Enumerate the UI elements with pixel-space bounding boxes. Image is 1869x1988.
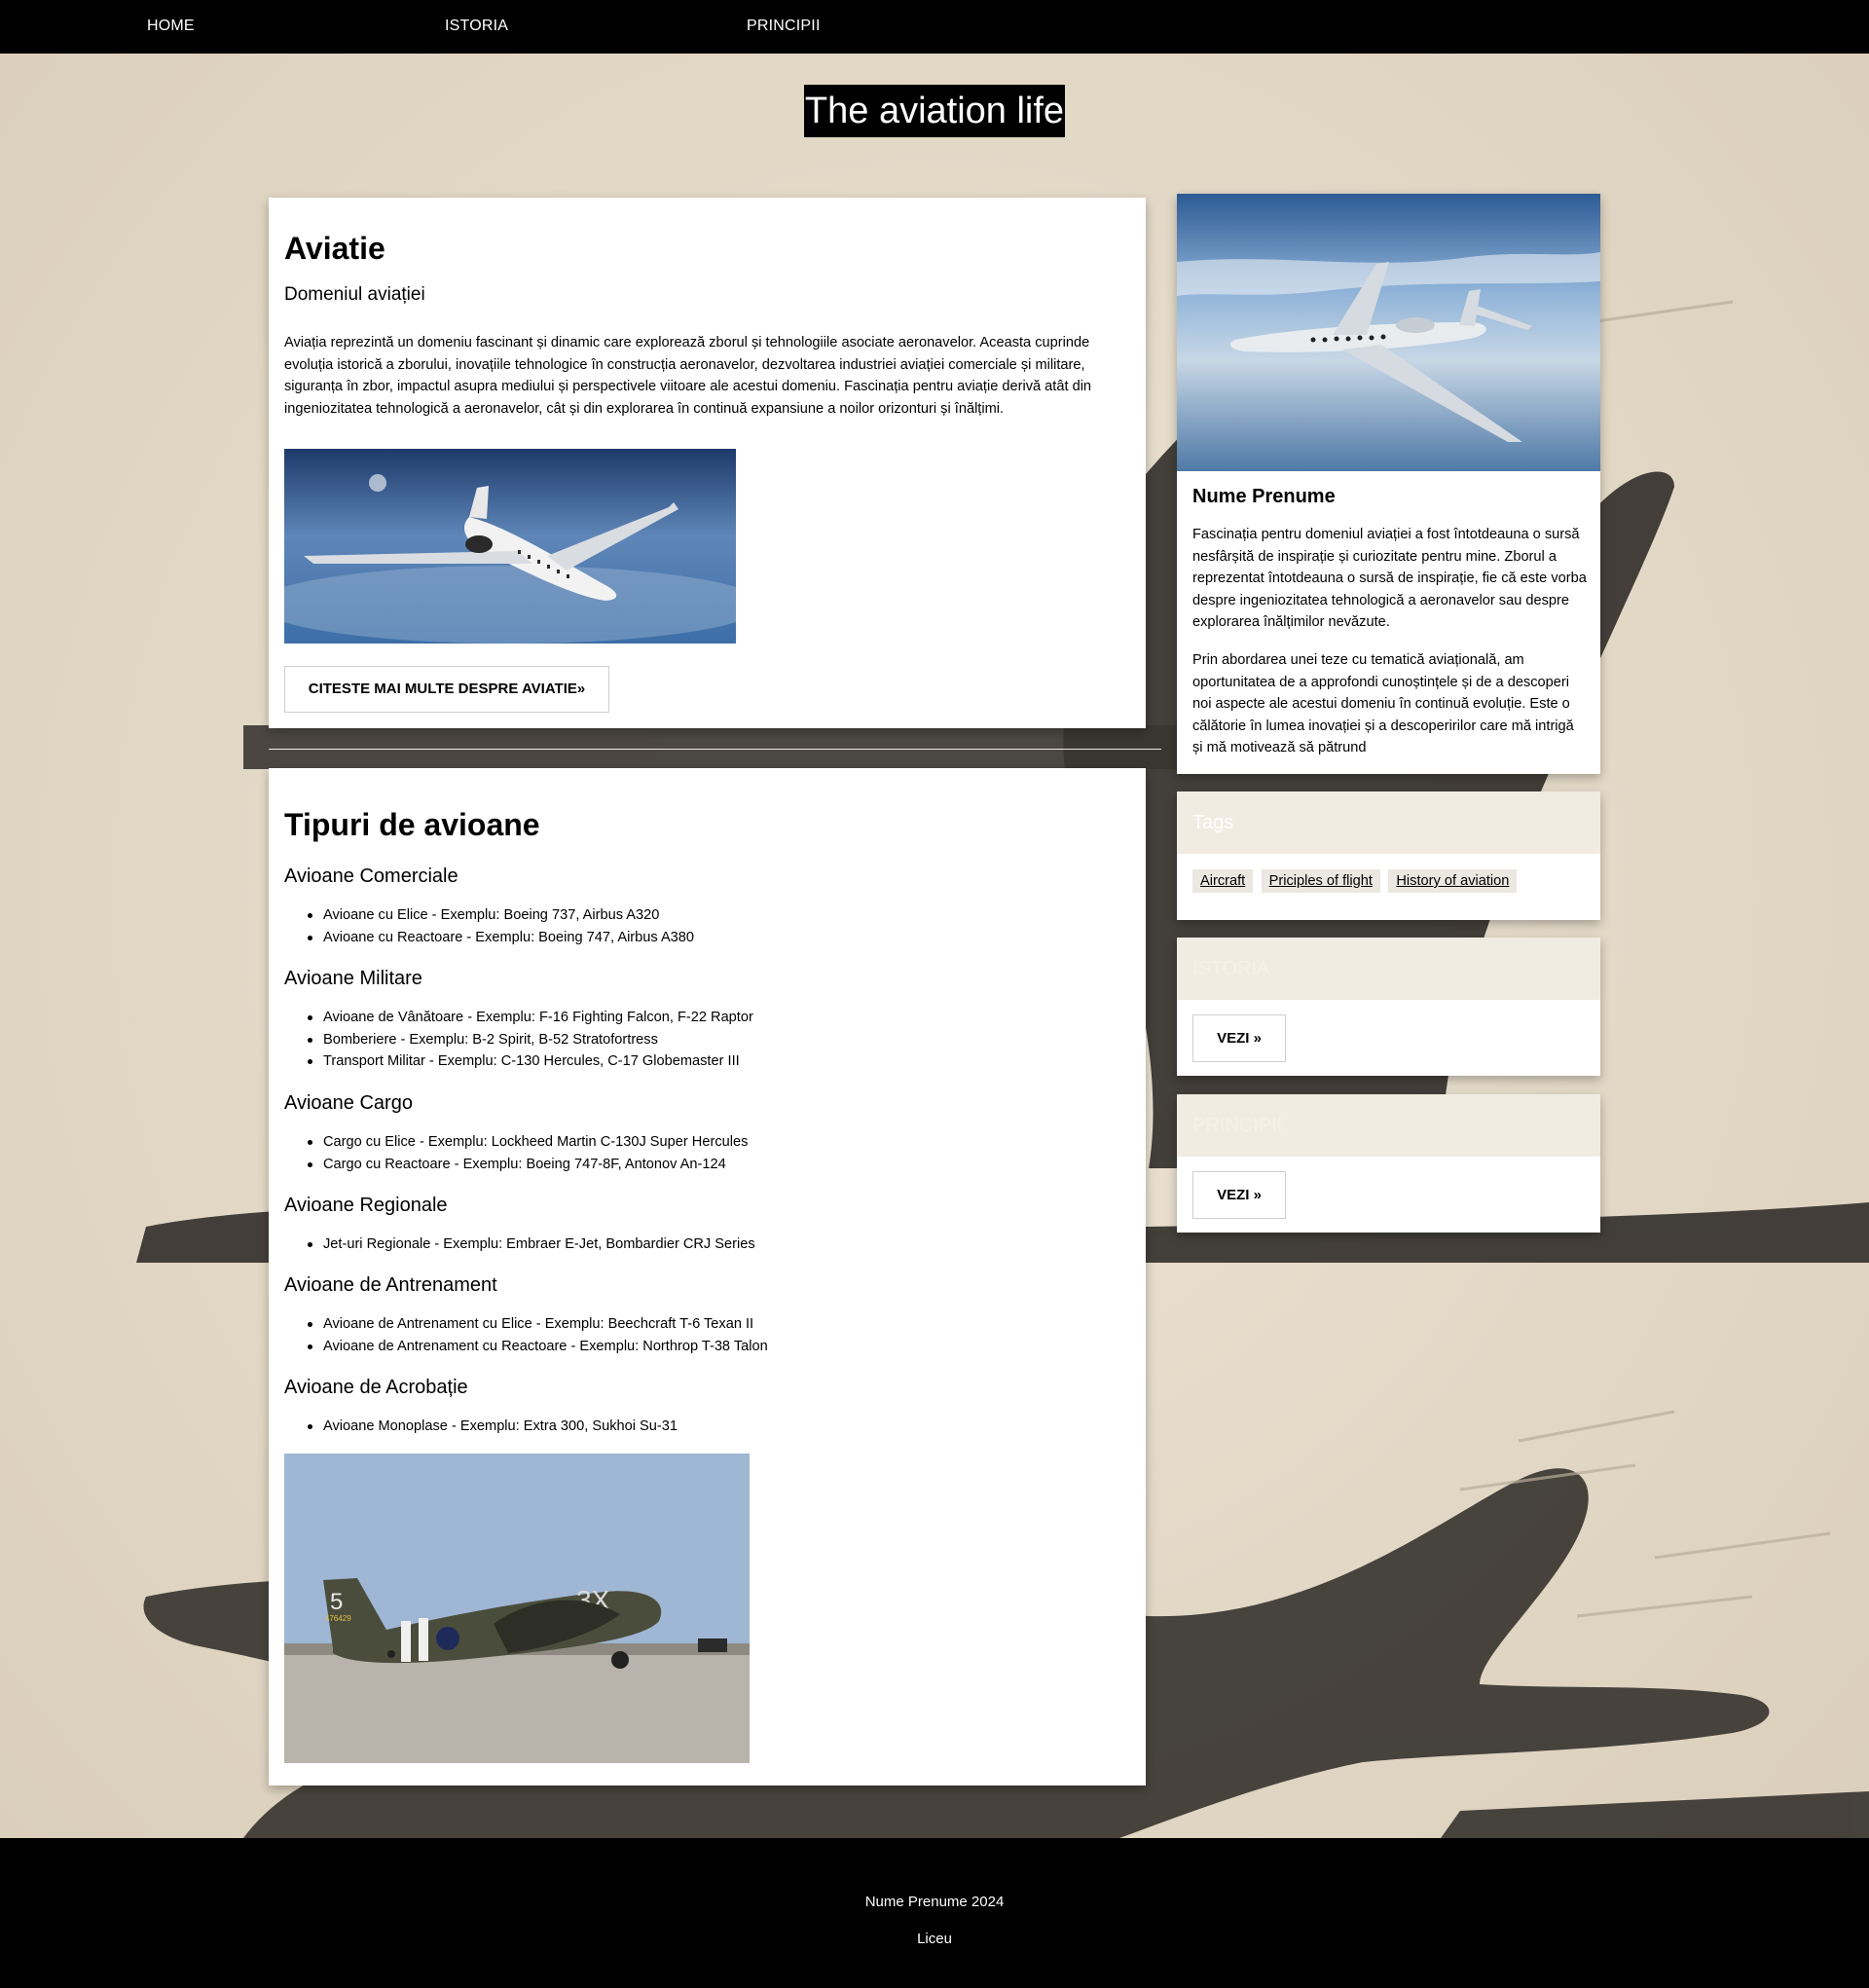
nav-istoria-link[interactable]: ISTORIA — [445, 18, 508, 35]
list-item: Jet-uri Regionale - Exemplu: Embraer E-J… — [308, 1233, 755, 1256]
list-item: Transport Militar - Exemplu: C-130 Hercu… — [308, 1050, 753, 1073]
aviatie-description: Aviația reprezintă un domeniu fascinant … — [284, 335, 1092, 417]
business-jet-photo — [284, 449, 736, 644]
nav-home-link[interactable]: HOME — [147, 18, 195, 35]
tags-title: Tags — [1192, 812, 1234, 833]
list-item: Avioane cu Elice - Exemplu: Boeing 737, … — [308, 904, 694, 927]
tag-aircraft[interactable]: Aircraft — [1192, 869, 1254, 893]
tags-box: Tags Aircraft Priciples of flight Histor… — [1177, 792, 1600, 920]
footer: Nume Prenume 2024 Liceu — [0, 1838, 1869, 1988]
tipuri-card: Tipuri de avioane Avioane Comerciale Avi… — [269, 768, 1146, 1786]
tipuri-title: Tipuri de avioane — [284, 807, 540, 842]
section-heading-antrenament: Avioane de Antrenament — [284, 1274, 497, 1296]
tag-list: Aircraft Priciples of flight History of … — [1192, 869, 1521, 893]
list-acrobatie: Avioane Monoplase - Exemplu: Extra 300, … — [308, 1416, 678, 1438]
principii-box: PRINCIPII VEZI » — [1177, 1094, 1600, 1233]
profile-card: Nume Prenume Fascinația pentru domeniul … — [1177, 194, 1600, 774]
vintage-transport-plane-photo: 5 476429 3X — [284, 1454, 750, 1763]
profile-paragraph-1: Fascinația pentru domeniul aviației a fo… — [1192, 527, 1587, 631]
section-heading-acrobatie: Avioane de Acrobație — [284, 1377, 468, 1398]
profile-name: Nume Prenume — [1192, 486, 1336, 507]
list-item: Avioane Monoplase - Exemplu: Extra 300, … — [308, 1416, 678, 1438]
tag-principles-of-flight[interactable]: Priciples of flight — [1261, 869, 1380, 893]
serial-marking: 476429 — [325, 1614, 351, 1623]
list-cargo: Cargo cu Elice - Exemplu: Lockheed Marti… — [308, 1131, 748, 1175]
section-heading-comerciale: Avioane Comerciale — [284, 865, 458, 887]
read-more-aviatie-button[interactable]: CITESTE MAI MULTE DESPRE AVIATIE» — [284, 666, 609, 713]
vezi-principii-button[interactable]: VEZI » — [1192, 1171, 1286, 1219]
list-item: Bomberiere - Exemplu: B-2 Spirit, B-52 S… — [308, 1029, 753, 1051]
vezi-istoria-button[interactable]: VEZI » — [1192, 1014, 1286, 1062]
site-title: The aviation life — [804, 85, 1065, 137]
list-antrenament: Avioane de Antrenament cu Elice - Exempl… — [308, 1313, 768, 1357]
list-item: Cargo cu Elice - Exemplu: Lockheed Marti… — [308, 1131, 748, 1154]
list-item: Avioane cu Reactoare - Exemplu: Boeing 7… — [308, 927, 694, 949]
istoria-title: ISTORIA — [1192, 958, 1270, 979]
footer-school: Liceu — [917, 1931, 952, 1947]
top-navigation: HOME ISTORIA PRINCIPII — [0, 0, 1869, 54]
list-regionale: Jet-uri Regionale - Exemplu: Embraer E-J… — [308, 1233, 755, 1256]
principii-header: PRINCIPII — [1177, 1094, 1600, 1157]
section-heading-militare: Avioane Militare — [284, 968, 422, 989]
aviatie-subtitle: Domeniul aviației — [284, 284, 425, 305]
footer-copyright: Nume Prenume 2024 — [864, 1894, 1005, 1910]
profile-paragraph-2: Prin abordarea unei teze cu tematică avi… — [1192, 652, 1574, 756]
private-jet-photo — [1177, 194, 1600, 471]
aviatie-title: Aviatie — [284, 231, 385, 266]
tag-history-of-aviation[interactable]: History of aviation — [1388, 869, 1518, 893]
section-heading-cargo: Avioane Cargo — [284, 1092, 413, 1114]
list-item: Avioane de Vânătoare - Exemplu: F-16 Fig… — [308, 1007, 753, 1029]
principii-title: PRINCIPII — [1192, 1115, 1283, 1136]
nav-principii-link[interactable]: PRINCIPII — [747, 18, 821, 35]
list-comerciale: Avioane cu Elice - Exemplu: Boeing 737, … — [308, 904, 694, 948]
tags-header: Tags — [1177, 792, 1600, 854]
aviatie-card: Aviatie Domeniul aviației Aviația reprez… — [269, 198, 1146, 728]
list-item: Avioane de Antrenament cu Reactoare - Ex… — [308, 1336, 768, 1358]
list-item: Avioane de Antrenament cu Elice - Exempl… — [308, 1313, 768, 1336]
list-militare: Avioane de Vânătoare - Exemplu: F-16 Fig… — [308, 1007, 753, 1073]
list-item: Cargo cu Reactoare - Exemplu: Boeing 747… — [308, 1154, 748, 1176]
istoria-header: ISTORIA — [1177, 938, 1600, 1000]
section-divider — [269, 749, 1161, 750]
istoria-box: ISTORIA VEZI » — [1177, 938, 1600, 1076]
section-heading-regionale: Avioane Regionale — [284, 1195, 448, 1216]
tail-marking: 5 — [330, 1589, 343, 1615]
